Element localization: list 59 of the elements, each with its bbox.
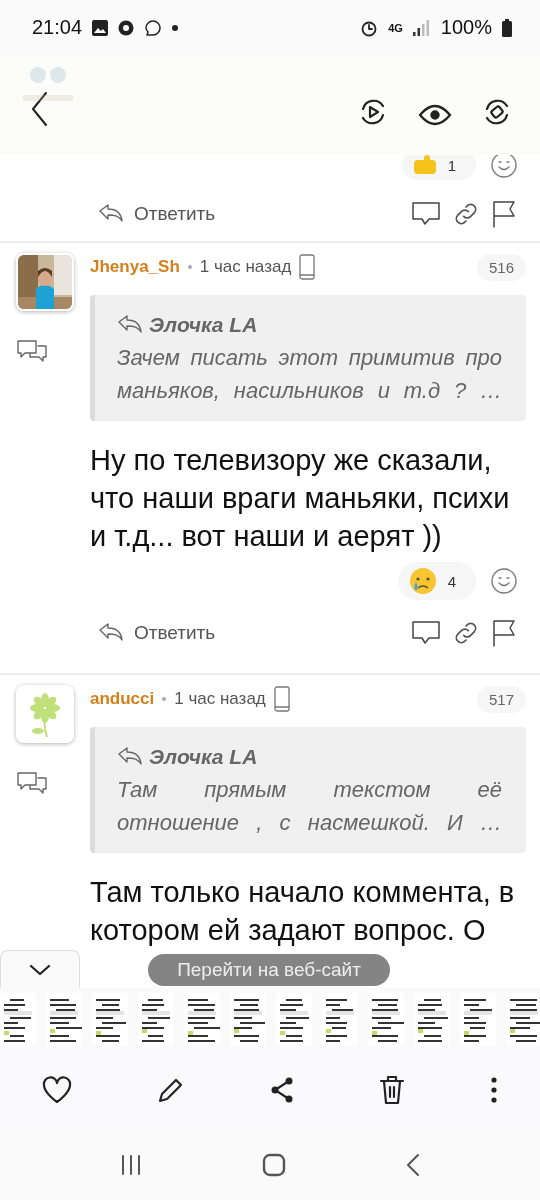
reply-button[interactable]: Ответить bbox=[98, 203, 216, 225]
user-avatar[interactable] bbox=[16, 253, 74, 311]
quote-author: Элочка LA bbox=[149, 745, 258, 769]
comment-number: 517 bbox=[476, 685, 526, 713]
recent-apps-icon[interactable] bbox=[120, 1154, 142, 1176]
home-icon[interactable] bbox=[262, 1153, 286, 1177]
view-icon[interactable] bbox=[418, 103, 452, 127]
trash-icon bbox=[378, 1075, 405, 1105]
dot-icon bbox=[172, 24, 179, 31]
thumbnail[interactable] bbox=[368, 993, 404, 1045]
flag-icon[interactable] bbox=[490, 618, 518, 648]
replies-icon bbox=[16, 339, 48, 365]
reply-button[interactable]: Ответить bbox=[98, 622, 216, 644]
quote-text: Там прямым текстом её отношение , с насмешкой. И … bbox=[117, 776, 502, 837]
add-reaction-icon[interactable] bbox=[490, 567, 518, 595]
heart-icon bbox=[42, 1076, 73, 1104]
more-icon bbox=[489, 1077, 498, 1103]
thumbnail[interactable] bbox=[276, 993, 312, 1045]
comment-text: Ну по телевизору же сказали, что наши враги маньяки, психи и т.д... вот наши и аерят )) bbox=[90, 443, 511, 554]
comment-time: 1 час назад bbox=[199, 257, 292, 277]
quote-author: Элочка LA bbox=[149, 313, 258, 337]
chevron-down-icon bbox=[29, 963, 51, 976]
author-name[interactable]: anducci bbox=[90, 689, 155, 709]
comment-time: 1 час назад bbox=[174, 689, 266, 709]
comment-icon[interactable] bbox=[410, 619, 442, 647]
thumbnail[interactable] bbox=[92, 993, 128, 1045]
flag-icon[interactable] bbox=[490, 199, 518, 229]
reaction-count: 1 bbox=[447, 156, 456, 174]
back-icon[interactable] bbox=[30, 91, 50, 127]
phone-icon bbox=[273, 686, 290, 712]
reaction-count: 4 bbox=[447, 572, 456, 590]
author-name[interactable]: Jhenya_Sh bbox=[90, 257, 180, 277]
thumbnail[interactable] bbox=[414, 993, 450, 1045]
thumbnail[interactable] bbox=[460, 993, 496, 1045]
share-icon bbox=[270, 1077, 294, 1103]
status-time: 21:04 bbox=[32, 16, 83, 39]
network-type: 4G bbox=[388, 21, 403, 34]
thumbnail[interactable] bbox=[230, 993, 266, 1045]
gallery-icon bbox=[92, 19, 109, 36]
phone-chat-icon bbox=[144, 18, 163, 37]
signal-icon bbox=[412, 19, 431, 36]
comment-text: Там только начало коммента, в котором ей задают вопрос. О bbox=[90, 875, 516, 948]
thumbnail[interactable] bbox=[506, 993, 540, 1045]
thumbnail[interactable] bbox=[0, 993, 36, 1045]
thumbnail[interactable] bbox=[322, 993, 358, 1045]
open-website-button[interactable]: Перейти на веб-сайт bbox=[148, 954, 390, 986]
replies-icon bbox=[16, 771, 48, 797]
back-nav-icon[interactable] bbox=[406, 1153, 420, 1177]
browser-icon bbox=[118, 19, 135, 36]
comment-icon[interactable] bbox=[410, 200, 442, 228]
battery-icon bbox=[502, 18, 512, 37]
thumbnail[interactable] bbox=[138, 993, 174, 1045]
thumbnail[interactable] bbox=[46, 993, 82, 1045]
comment-number: 516 bbox=[476, 253, 526, 281]
flower-icon bbox=[18, 687, 72, 741]
quote-text: Зачем писать этот примитив про маньяков, насильников и т.д ? … bbox=[117, 344, 502, 405]
phone-icon bbox=[299, 254, 316, 280]
thumbnail[interactable] bbox=[184, 993, 220, 1045]
battery-percent: 100% bbox=[440, 16, 492, 39]
